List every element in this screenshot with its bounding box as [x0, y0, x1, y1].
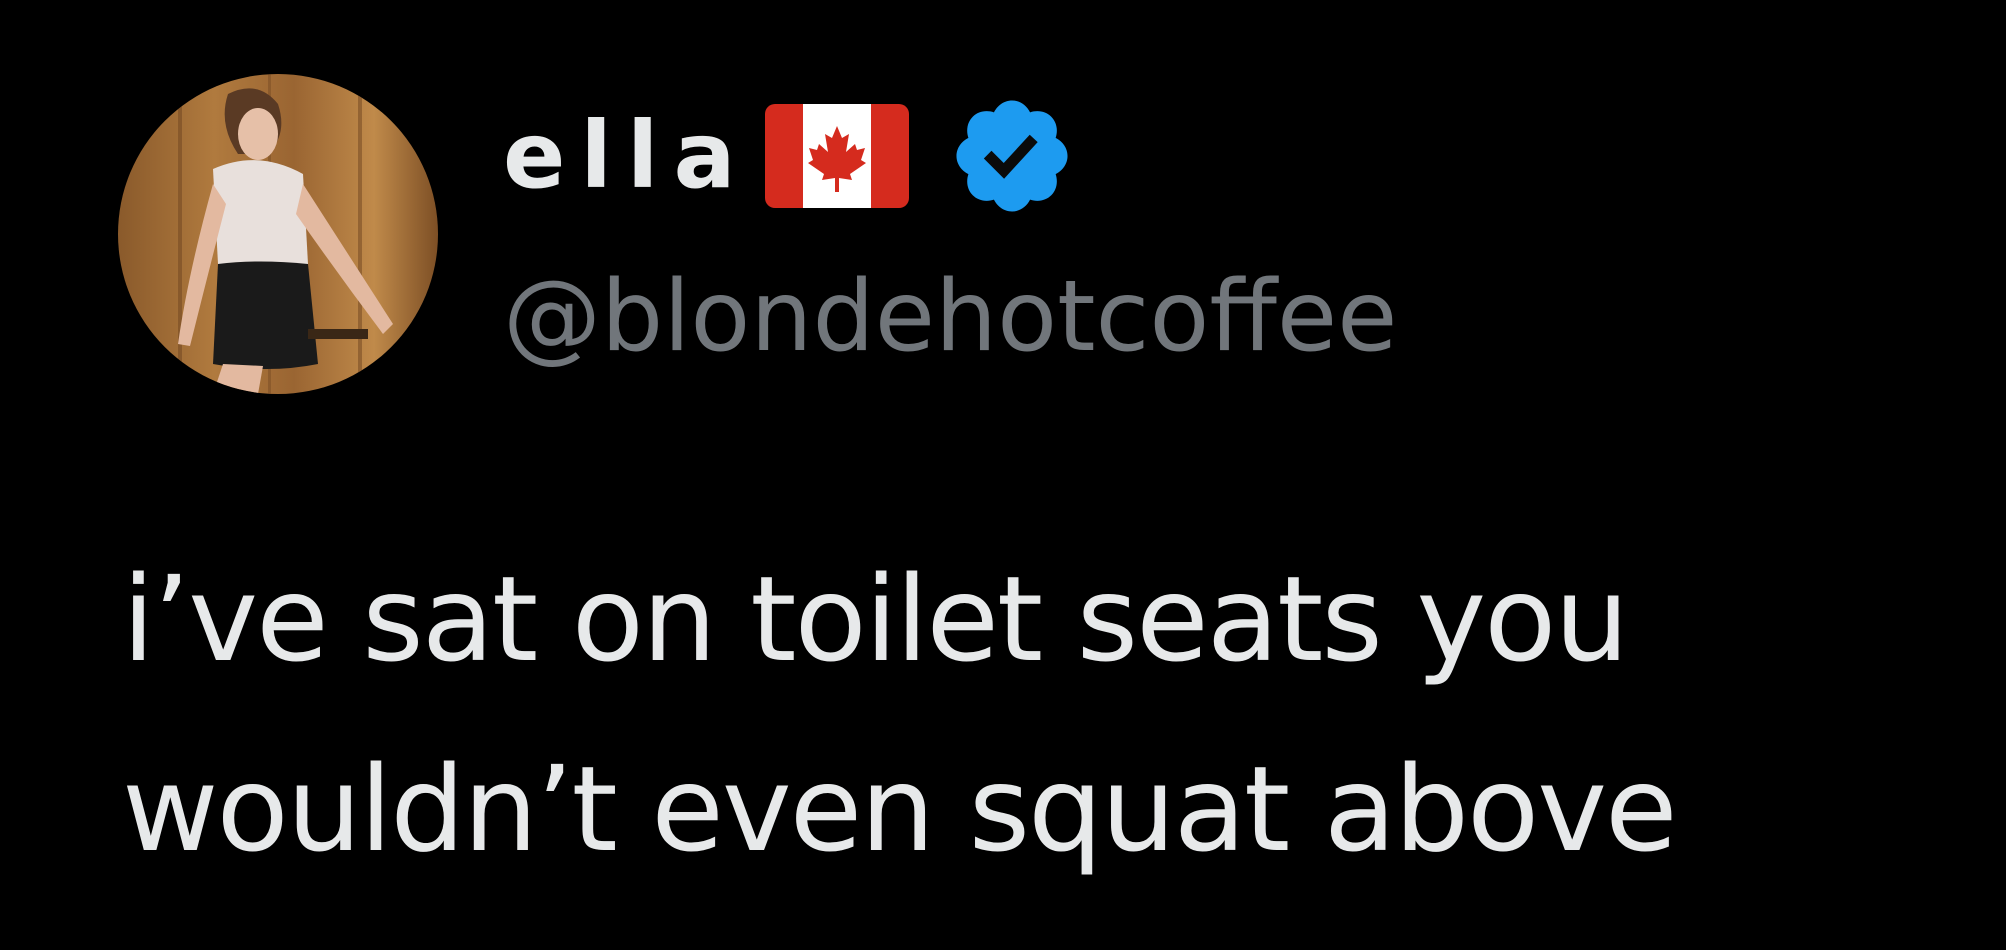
tweet-card[interactable]: ella @blondehotcoffee i’ve sat on toilet… — [0, 0, 2006, 950]
tweet-text-line: wouldn’t even squat above — [122, 740, 1678, 878]
canada-flag-icon — [764, 104, 909, 208]
author-name-row: ella — [503, 96, 1077, 216]
display-name[interactable]: ella — [503, 110, 751, 202]
avatar-image — [118, 74, 438, 394]
verified-badge-icon[interactable] — [947, 91, 1077, 221]
author-handle[interactable]: @blondehotcoffee — [503, 268, 1397, 366]
tweet-text: i’ve sat on toilet seats you wouldn’t ev… — [122, 524, 1942, 904]
tweet-text-line: i’ve sat on toilet seats you — [122, 550, 1629, 688]
avatar[interactable] — [118, 74, 438, 394]
